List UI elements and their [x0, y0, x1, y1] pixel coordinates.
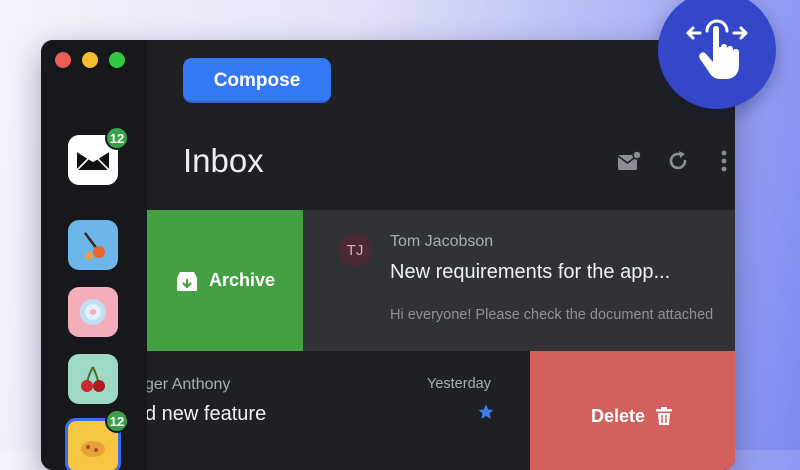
sidebar-app-paint[interactable] [68, 220, 118, 270]
archive-action[interactable]: Archive [147, 210, 303, 351]
paint-tool-icon [84, 232, 105, 260]
email-sender: Tom Jacobson [390, 233, 494, 250]
mail-icon [76, 150, 110, 171]
email-date: Yesterday [427, 376, 491, 392]
email-row[interactable]: Archive TJ Tom Jacobson New requirements… [147, 210, 735, 351]
compose-button[interactable]: Compose [183, 58, 331, 103]
archive-icon [176, 271, 197, 291]
email-subject: New requirements for the app... [390, 261, 671, 283]
food-unread-badge: 12 [105, 409, 129, 433]
sidebar-app-cherries[interactable] [68, 354, 118, 404]
swipe-hand-icon [686, 19, 748, 79]
email-subject: d new feature [147, 403, 267, 425]
swipe-gesture-badge [658, 0, 776, 109]
app-sidebar: 12 12 [41, 40, 147, 470]
refresh-icon[interactable] [664, 147, 692, 175]
email-preview: Hi everyone! Please check the document a… [390, 307, 714, 323]
mail-unread-badge: 12 [105, 126, 129, 150]
food-icon [81, 441, 105, 457]
email-content[interactable]: TJ Tom Jacobson New requirements for the… [303, 210, 735, 351]
sidebar-app-disc[interactable] [68, 287, 118, 337]
delete-action[interactable]: Delete [530, 351, 735, 470]
trash-icon [656, 407, 673, 425]
mark-mail-icon[interactable] [615, 147, 643, 175]
app-window: 12 12 Compose Inbox Archive TJ Tom Jacob… [41, 40, 735, 470]
star-icon[interactable] [477, 403, 495, 421]
more-vertical-icon[interactable] [710, 147, 735, 175]
archive-label: Archive [208, 270, 276, 290]
email-sender: ger Anthony [147, 376, 231, 393]
minimize-window-button[interactable] [82, 52, 98, 68]
email-row[interactable]: ger Anthony Yesterday d new feature Dele… [147, 351, 735, 470]
cherries-icon [81, 366, 105, 392]
avatar: TJ [338, 233, 372, 267]
close-window-button[interactable] [55, 52, 71, 68]
mail-main-panel: Compose Inbox Archive TJ Tom Jacobson Ne… [147, 40, 735, 470]
page-title: Inbox [183, 142, 264, 179]
disc-icon [80, 299, 106, 325]
delete-label: Delete [590, 405, 646, 426]
maximize-window-button[interactable] [109, 52, 125, 68]
window-controls [55, 52, 125, 68]
